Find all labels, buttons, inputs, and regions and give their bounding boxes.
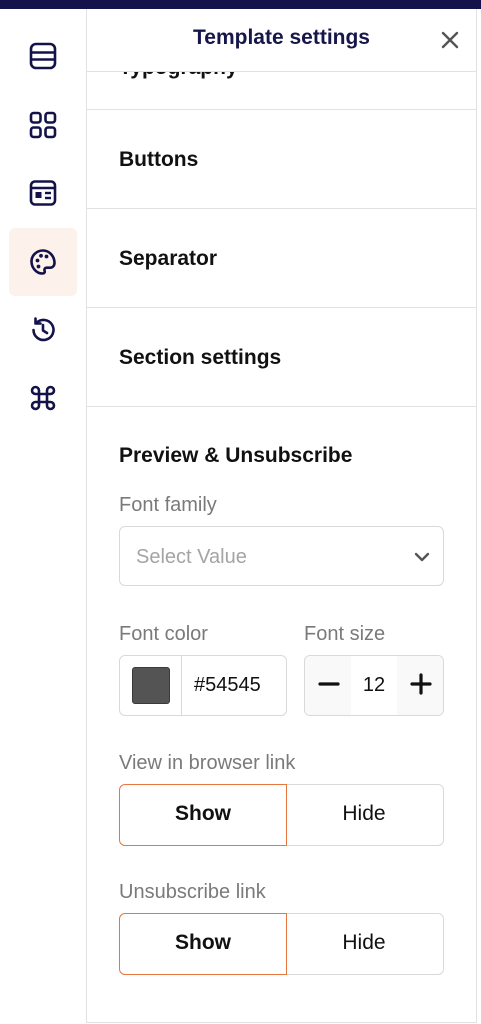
sidebar-item-styles[interactable] xyxy=(9,228,77,296)
unsubscribe-toggle: Show Hide xyxy=(119,913,444,975)
unsubscribe-show-button[interactable]: Show xyxy=(119,913,287,975)
unsubscribe-label: Unsubscribe link xyxy=(119,881,266,903)
sidebar-item-layout[interactable] xyxy=(9,22,77,90)
font-color-label: Font color xyxy=(119,623,208,645)
top-bar xyxy=(0,0,481,9)
sidebar-item-shortcuts[interactable] xyxy=(9,364,77,432)
sidebar-item-history[interactable] xyxy=(9,296,77,364)
font-size-stepper: 12 xyxy=(304,655,444,716)
view-in-browser-label: View in browser link xyxy=(119,752,296,774)
font-size-label: Font size xyxy=(304,623,386,645)
command-icon xyxy=(28,383,58,413)
section-section-settings[interactable]: Section settings xyxy=(87,308,476,407)
view-in-browser-toggle: Show Hide xyxy=(119,784,444,846)
grid-icon xyxy=(28,110,58,140)
section-label: Section settings xyxy=(119,346,282,369)
sidebar xyxy=(0,9,86,1024)
close-icon xyxy=(437,31,463,57)
section-label: Buttons xyxy=(119,148,199,171)
sidebar-item-blocks[interactable] xyxy=(9,91,77,159)
color-picker-button[interactable] xyxy=(120,656,182,715)
sidebar-item-templates[interactable] xyxy=(9,159,77,227)
template-settings-panel: Template settings Typography Buttons Sep… xyxy=(86,9,477,1023)
font-family-placeholder: Select Value xyxy=(136,546,247,568)
template-icon xyxy=(28,178,58,208)
close-button[interactable] xyxy=(437,27,463,53)
chevron-down-icon xyxy=(412,547,432,567)
section-label: Typography xyxy=(119,72,238,80)
section-label: Separator xyxy=(119,247,218,270)
color-swatch xyxy=(132,667,170,704)
decrease-font-size-button[interactable] xyxy=(305,656,351,715)
font-family-select[interactable]: Select Value xyxy=(119,526,444,586)
font-color-field: #54545 xyxy=(119,655,287,716)
panel-title: Template settings xyxy=(193,26,370,49)
section-typography[interactable]: Typography xyxy=(87,72,476,110)
unsubscribe-hide-button[interactable]: Hide xyxy=(285,913,444,975)
palette-icon xyxy=(28,247,58,277)
rows-icon xyxy=(28,41,58,71)
view-in-browser-hide-button[interactable]: Hide xyxy=(285,784,444,846)
font-family-label: Font family xyxy=(119,494,217,516)
section-buttons[interactable]: Buttons xyxy=(87,110,476,209)
view-in-browser-show-button[interactable]: Show xyxy=(119,784,287,846)
panel-header: Template settings xyxy=(87,9,476,72)
font-size-value[interactable]: 12 xyxy=(351,656,397,715)
section-separator[interactable]: Separator xyxy=(87,209,476,308)
preview-unsubscribe-title: Preview & Unsubscribe xyxy=(119,444,353,467)
font-color-input[interactable]: #54545 xyxy=(194,674,282,697)
history-icon xyxy=(28,315,58,345)
increase-font-size-button[interactable] xyxy=(397,656,443,715)
